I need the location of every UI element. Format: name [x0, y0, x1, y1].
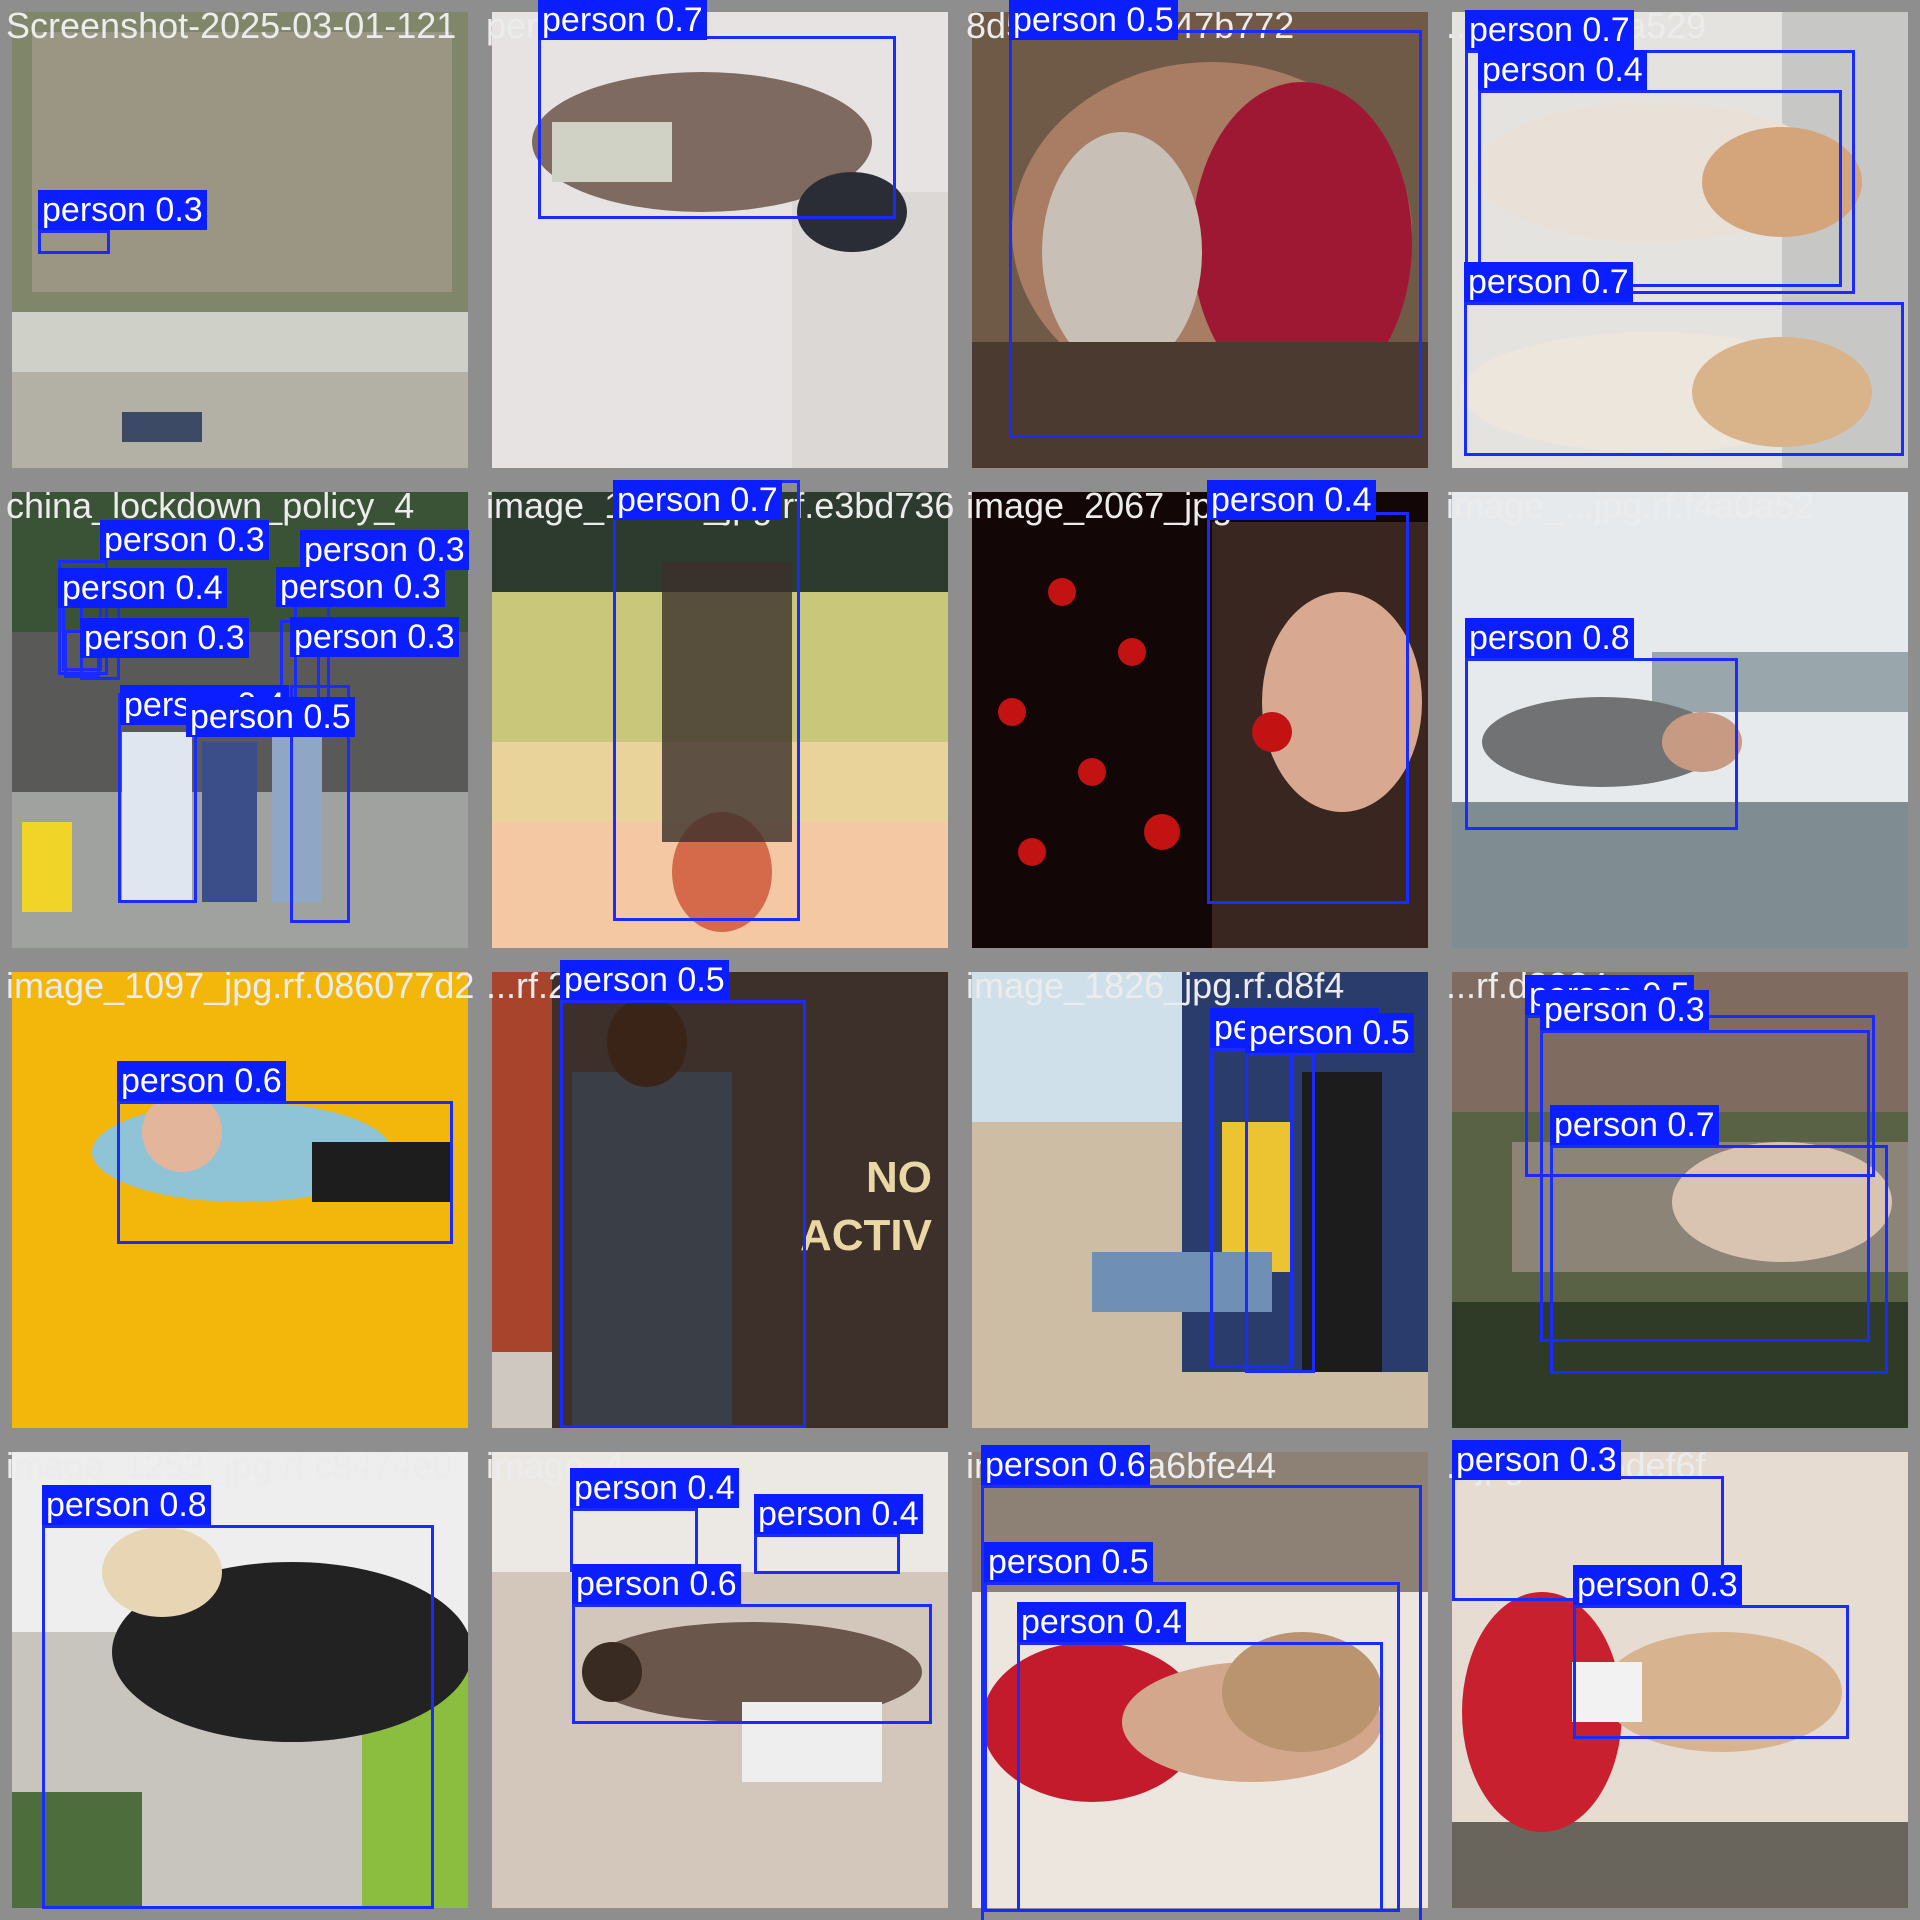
image-tile: image_1253_jpg.rf.c8474e0 person 0.8	[0, 1440, 480, 1920]
detection-label: person 0.8	[42, 1485, 211, 1525]
detection-label: person 0.4	[1478, 50, 1647, 90]
image-tile: image_1097_jpg.rf.086077d2person 0.6	[0, 960, 480, 1440]
detection-label: person 0.4	[754, 1494, 923, 1534]
detection-box	[1550, 1145, 1888, 1374]
detection-box	[1464, 302, 1904, 456]
detection-mosaic: Screenshot-2025-03-01-121 person 0.3 pers…	[0, 0, 1920, 1920]
detection-box	[1465, 658, 1738, 830]
image-tile: image_...rf.a6bfe44person 0.6person 0.5p…	[960, 1440, 1440, 1920]
image-tile: 8d5ad ... .cbf47b772person 0.5	[960, 0, 1440, 480]
image-tile: image_1826_jpg.rf.d8f4person 0.5person 0…	[960, 960, 1440, 1440]
detection-box	[1573, 1605, 1849, 1739]
detection-box	[1009, 30, 1422, 438]
detection-label: person 0.7	[1550, 1105, 1719, 1145]
image-tile: image_15043_jpg.rf.e3bd736person 0.7	[480, 480, 960, 960]
detection-label: person 0.4	[1207, 480, 1376, 520]
detection-box	[754, 1534, 900, 1574]
detection-label: person 0.3	[276, 567, 445, 607]
detection-label: person 0.6	[572, 1564, 741, 1604]
detection-label: person 0.5	[186, 697, 355, 737]
detection-label: person 0.6	[117, 1061, 286, 1101]
detection-box	[1017, 1642, 1383, 1912]
detection-label: person 0.5	[1245, 1013, 1414, 1053]
image-tile: ...jpg.rf.2b5a529person 0.7person 0.4per…	[1440, 0, 1920, 480]
detection-box	[560, 1000, 806, 1428]
detection-label: person 0.3	[100, 520, 269, 560]
image-tile: image_2067_jpg person 0.4	[960, 480, 1440, 960]
detection-label: person 0.4	[58, 568, 227, 608]
detection-label: person 0.3	[1573, 1565, 1742, 1605]
detection-box	[38, 230, 110, 254]
detection-box	[538, 36, 896, 219]
sign-text: ACTIV	[800, 1211, 933, 1260]
detection-label: person 0.3	[300, 530, 469, 570]
image-tile: image_...jpg.rf.f4a0a52person 0.8	[1440, 480, 1920, 960]
detection-label: person 0.7	[1465, 10, 1634, 50]
detection-label: person 0.8	[1465, 618, 1634, 658]
image-tile: person 0.7person 0.7	[480, 0, 960, 480]
tile-filename: image_1253_jpg.rf.c8474e0	[6, 1445, 453, 1486]
detection-label: person 0.3	[80, 618, 249, 658]
detection-box	[1245, 1053, 1315, 1373]
detection-box	[613, 480, 800, 921]
detection-box	[1207, 512, 1409, 904]
detection-box	[572, 1604, 932, 1724]
detection-label: person 0.7	[1464, 262, 1633, 302]
detection-label: person 0.5	[1009, 0, 1178, 40]
detection-label: person 0.7	[538, 0, 707, 40]
detection-label: person 0.3	[1452, 1440, 1621, 1480]
detection-label: person 0.6	[981, 1445, 1150, 1485]
detection-label: person 0.4	[570, 1468, 739, 1508]
detection-label: person 0.5	[560, 960, 729, 1000]
detection-label: person 0.4	[1017, 1602, 1186, 1642]
image-tile: Screenshot-2025-03-01-121 person 0.3	[0, 0, 480, 480]
tile-filename: Screenshot-2025-03-01-121	[6, 5, 457, 46]
detection-box	[1478, 90, 1842, 287]
tile-filename: image_1097_jpg.rf.086077d2	[6, 965, 475, 1006]
detection-label: person 0.5	[984, 1542, 1153, 1582]
image-tile: NOACTIV...rf.24e6e78person 0.5	[480, 960, 960, 1440]
detection-box	[117, 1101, 453, 1244]
image-tile: image_4... person 0.4 person 0.4 person 0.6	[480, 1440, 960, 1920]
tile-filename: image_2067_jpg	[966, 485, 1233, 526]
detection-box	[42, 1525, 434, 1909]
detection-label: person 0.7	[613, 480, 782, 520]
detection-label: person 0.3	[1540, 990, 1709, 1030]
image-tile: ...jpg.rf.9ff5def6fperson 0.3person 0.3	[1440, 1440, 1920, 1920]
detection-label: person 0.3	[38, 190, 207, 230]
image-tile: china_lockdown_policy_4 person 0.3 person …	[0, 480, 480, 960]
image-tile: ...rf.d3024person 0.5person 0.3person 0.…	[1440, 960, 1920, 1440]
tile-filename: image_1826_jpg.rf.d8f4	[966, 965, 1345, 1006]
detection-box	[570, 1508, 698, 1572]
sign-text: NO	[866, 1153, 932, 1202]
detection-label: person 0.3	[290, 617, 459, 657]
tile-filename: image_...jpg.rf.f4a0a52	[1446, 485, 1815, 526]
